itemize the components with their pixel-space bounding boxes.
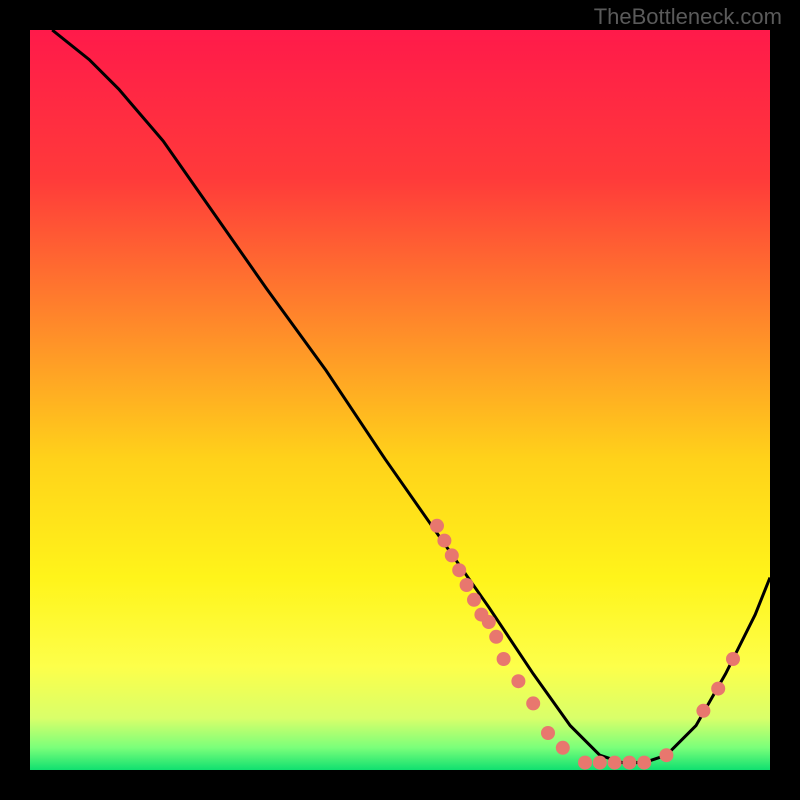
data-marker: [489, 630, 503, 644]
data-marker: [467, 593, 481, 607]
data-marker: [526, 696, 540, 710]
data-marker: [659, 748, 673, 762]
bottleneck-chart: [30, 30, 770, 770]
data-marker: [452, 563, 466, 577]
watermark-text: TheBottleneck.com: [594, 4, 782, 30]
data-marker: [726, 652, 740, 666]
data-marker: [445, 548, 459, 562]
data-marker: [711, 682, 725, 696]
data-marker: [460, 578, 474, 592]
data-marker: [637, 756, 651, 770]
data-marker: [541, 726, 555, 740]
data-marker: [578, 756, 592, 770]
data-marker: [437, 534, 451, 548]
data-marker: [593, 756, 607, 770]
data-marker: [622, 756, 636, 770]
data-marker: [482, 615, 496, 629]
data-marker: [430, 519, 444, 533]
data-marker: [556, 741, 570, 755]
data-marker: [608, 756, 622, 770]
data-marker: [497, 652, 511, 666]
data-marker: [511, 674, 525, 688]
gradient-background: [30, 30, 770, 770]
chart-frame: [30, 30, 770, 770]
data-marker: [696, 704, 710, 718]
